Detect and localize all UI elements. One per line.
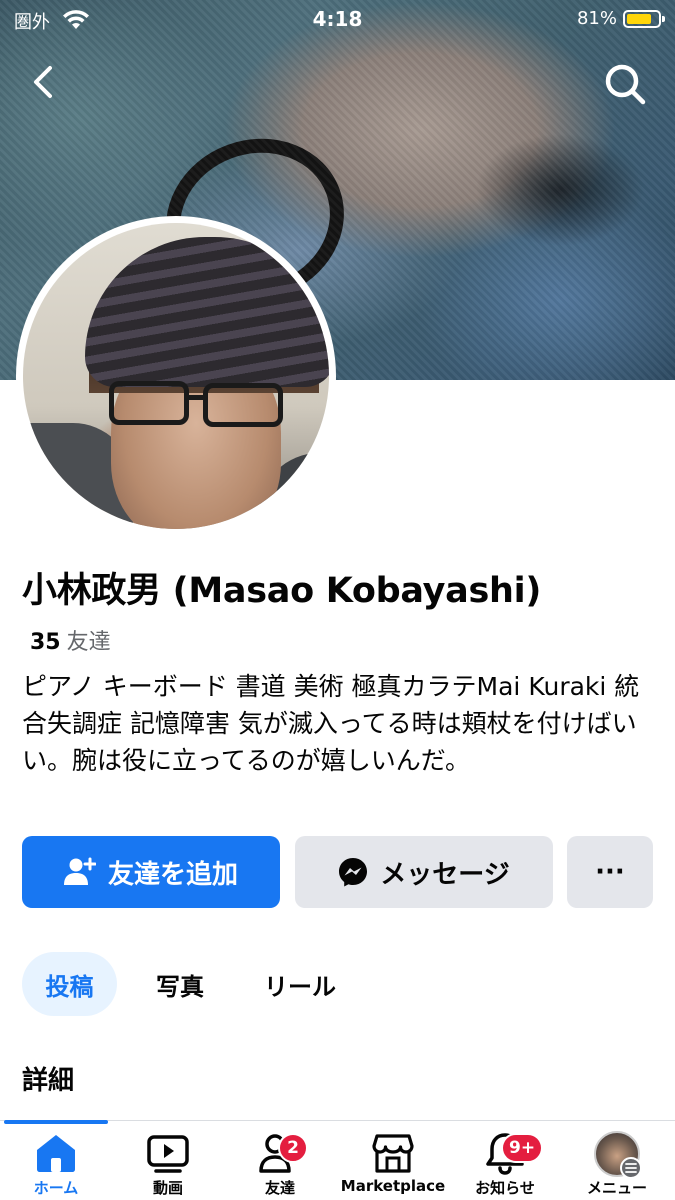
avatar-glasses-bridge (187, 395, 205, 400)
more-options-button[interactable]: ··· (567, 836, 653, 908)
tab-posts[interactable]: 投稿 (22, 952, 117, 1016)
nav-friends[interactable]: 2 友達 (224, 1121, 336, 1200)
nav-marketplace[interactable]: Marketplace (337, 1121, 449, 1200)
profile-picture[interactable] (16, 216, 336, 536)
bottom-navigation: ホーム 動画 2 友達 Marketplace 9+ お知らせ メニュー (0, 1120, 675, 1200)
notifications-badge: 9+ (501, 1133, 544, 1163)
message-label: メッセージ (380, 859, 510, 890)
back-button[interactable] (22, 60, 66, 104)
more-options-icon: ··· (595, 857, 625, 887)
nav-menu[interactable]: メニュー (561, 1121, 673, 1200)
avatar (23, 223, 329, 529)
marketplace-icon (372, 1134, 414, 1173)
chevron-left-icon (34, 66, 52, 98)
search-button[interactable] (601, 60, 649, 108)
clock: 4:18 (312, 7, 363, 31)
friends-count-label: 友達 (66, 630, 111, 655)
add-friend-icon (63, 857, 96, 887)
status-bar: 圏外 4:18 81% (0, 0, 675, 40)
nav-notifications[interactable]: 9+ お知らせ (449, 1121, 561, 1200)
nav-video[interactable]: 動画 (112, 1121, 224, 1200)
profile-bio: ピアノ キーボード 書道 美術 極真カラテMai Kuraki 統合失調症 記憶… (22, 672, 640, 775)
menu-avatar-icon (594, 1131, 642, 1179)
friends-count-number: 35 (30, 630, 61, 655)
battery-fill (627, 14, 652, 24)
add-friend-label: 友達を追加 (107, 859, 238, 890)
nav-menu-label: メニュー (586, 1179, 647, 1197)
avatar-glasses-right (203, 383, 283, 427)
friends-badge: 2 (278, 1133, 308, 1163)
details-heading: 詳細 (22, 1066, 75, 1096)
home-icon (37, 1135, 75, 1172)
video-icon (147, 1135, 189, 1173)
search-icon (605, 64, 646, 105)
tab-photos[interactable]: 写真 (140, 952, 220, 1016)
profile-name: 小林政男 (Masao Kobayashi) (22, 571, 542, 611)
nav-home[interactable]: ホーム (0, 1121, 112, 1200)
message-button[interactable]: メッセージ (295, 836, 553, 908)
friends-count[interactable]: 35 友達 (30, 624, 111, 656)
battery-percent: 81% (576, 8, 617, 29)
tab-reels[interactable]: リール (250, 952, 350, 1016)
menu-lines-icon (620, 1157, 642, 1179)
avatar-glasses-left (109, 381, 189, 425)
battery-icon (623, 10, 665, 28)
messenger-icon (338, 857, 368, 887)
add-friend-button[interactable]: 友達を追加 (22, 836, 280, 908)
